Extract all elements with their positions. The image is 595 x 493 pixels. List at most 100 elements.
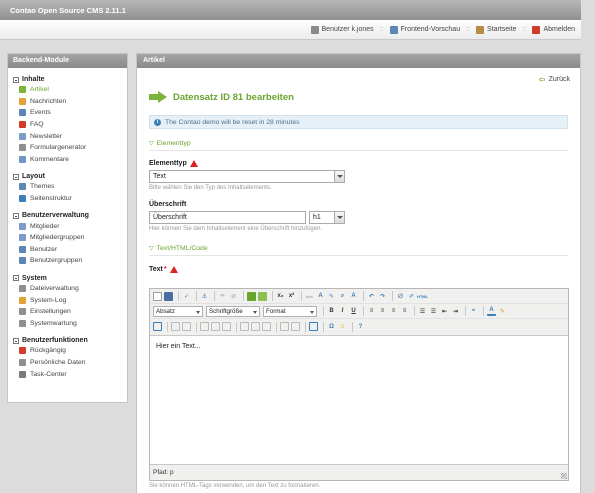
align-justify-icon[interactable]: ≡ bbox=[400, 307, 409, 316]
merge-cells-icon[interactable] bbox=[291, 322, 300, 331]
numbered-list-icon[interactable]: ☰ bbox=[429, 307, 438, 316]
remove-format-icon[interactable]: A bbox=[349, 292, 358, 301]
spellcheck-icon[interactable]: ✓ bbox=[182, 292, 191, 301]
sidebar-item[interactable]: Einstellungen bbox=[13, 306, 127, 318]
italic-icon[interactable]: I bbox=[338, 307, 347, 316]
insert-col-after-icon[interactable] bbox=[251, 322, 260, 331]
sidebar-item[interactable]: Task-Center bbox=[13, 368, 127, 380]
style-format-select[interactable]: Format bbox=[263, 305, 317, 317]
align-left-icon[interactable]: ≡ bbox=[367, 307, 376, 316]
delete-row-icon[interactable] bbox=[222, 322, 231, 331]
superscript-icon[interactable]: x² bbox=[287, 292, 296, 301]
sidebar-item-label: Benutzergruppen bbox=[30, 257, 83, 265]
toolbar-separator bbox=[465, 306, 466, 316]
sidebar-item[interactable]: Benutzer bbox=[13, 244, 127, 256]
cell-props-icon[interactable] bbox=[182, 322, 191, 331]
sidebar-group: Benutzerfunktionen Rückgängig Persönliche … bbox=[8, 336, 127, 380]
cleanup-icon[interactable]: ∅ bbox=[396, 292, 405, 301]
sidebar-group: Benutzerverwaltung Mitglieder Mitgliedergr… bbox=[8, 211, 127, 266]
undo-icon[interactable]: ↶ bbox=[367, 292, 376, 301]
sidebar-item[interactable]: Seitenstruktur bbox=[13, 193, 127, 205]
split-cells-icon[interactable] bbox=[280, 322, 289, 331]
legend-text-html-code[interactable]: ▽ Text/HTML/Code bbox=[149, 242, 568, 256]
fullscreen-icon[interactable]: ✐ bbox=[407, 292, 416, 301]
sidebar-item[interactable]: System-Log bbox=[13, 294, 127, 306]
media-icon[interactable] bbox=[258, 291, 267, 301]
redo-icon[interactable]: ↷ bbox=[378, 292, 387, 301]
sidebar-group-title[interactable]: Layout bbox=[13, 172, 127, 181]
visual-aid-icon[interactable] bbox=[309, 322, 318, 331]
paragraph-format-select[interactable]: Absatz bbox=[153, 305, 203, 317]
sidebar-group-title[interactable]: System bbox=[13, 274, 127, 283]
unlink-icon[interactable]: ⊘ bbox=[229, 292, 238, 301]
text-color-icon[interactable]: A bbox=[487, 307, 496, 316]
toolbar-separator bbox=[414, 306, 415, 316]
table-icon[interactable] bbox=[153, 322, 162, 331]
row-props-icon[interactable] bbox=[171, 322, 180, 331]
html-source-icon[interactable]: HTML bbox=[417, 292, 428, 301]
back-link[interactable]: ⇦ Zurück bbox=[137, 68, 580, 84]
align-center-icon[interactable]: ≡ bbox=[378, 307, 387, 316]
subscript-icon[interactable]: x₂ bbox=[276, 292, 285, 301]
abbreviation-icon[interactable]: abc bbox=[305, 292, 314, 301]
link-icon[interactable]: ∞ bbox=[218, 292, 227, 301]
new-document-icon[interactable] bbox=[153, 291, 162, 301]
anchor-icon[interactable]: ⚓ bbox=[200, 292, 209, 301]
editor-toolbar-row-2: Absatz Schriftgröße Format B I U ≡ ≡ ≡ ≡… bbox=[150, 304, 568, 319]
sidebar-item[interactable]: FAQ bbox=[13, 119, 127, 131]
sidebar-item[interactable]: Artikel bbox=[13, 84, 127, 96]
underline-icon[interactable]: U bbox=[349, 307, 358, 316]
toolbar-separator bbox=[196, 291, 197, 301]
delete-col-icon[interactable] bbox=[262, 322, 271, 331]
sidebar-group-title[interactable]: Benutzerverwaltung bbox=[13, 211, 127, 220]
align-right-icon[interactable]: ≡ bbox=[389, 307, 398, 316]
sidebar-item[interactable]: Systemwartung bbox=[13, 318, 127, 330]
save-icon[interactable] bbox=[164, 291, 173, 301]
toolbar-separator bbox=[483, 306, 484, 316]
sidebar-item[interactable]: Formulargenerator bbox=[13, 142, 127, 154]
search-replace-icon[interactable]: ⌕ bbox=[338, 292, 347, 301]
outdent-icon[interactable]: ⇤ bbox=[440, 307, 449, 316]
bullet-list-icon[interactable]: ☰ bbox=[418, 307, 427, 316]
sidebar-item[interactable]: Newsletter bbox=[13, 130, 127, 142]
article-icon bbox=[19, 86, 26, 94]
blockquote-icon[interactable]: ❝ bbox=[469, 307, 478, 316]
font-size-select[interactable]: Schriftgröße bbox=[206, 305, 260, 317]
insert-row-before-icon[interactable] bbox=[200, 322, 209, 331]
user-bar-link[interactable]: Startseite bbox=[476, 25, 517, 34]
headline-tag-select[interactable]: h1 bbox=[309, 211, 345, 224]
sidebar-item[interactable]: Persönliche Daten bbox=[13, 357, 127, 369]
find-icon[interactable]: A bbox=[316, 292, 325, 301]
sidebar-item[interactable]: Mitgliedergruppen bbox=[13, 232, 127, 244]
legend-elementtyp[interactable]: ▽ Elementtyp bbox=[149, 137, 568, 151]
sidebar-group-title[interactable]: Benutzerfunktionen bbox=[13, 336, 127, 345]
sidebar-item[interactable]: Nachrichten bbox=[13, 96, 127, 108]
insert-row-after-icon[interactable] bbox=[211, 322, 220, 331]
indent-icon[interactable]: ⇥ bbox=[451, 307, 460, 316]
sidebar-item[interactable]: Mitglieder bbox=[13, 220, 127, 232]
replace-icon[interactable]: ✎ bbox=[327, 292, 336, 301]
sidebar-item[interactable]: Kommentare bbox=[13, 154, 127, 166]
user-icon bbox=[310, 25, 319, 34]
sidebar-item[interactable]: Dateiverwaltung bbox=[13, 283, 127, 295]
sidebar-item[interactable]: Rückgängig bbox=[13, 345, 127, 357]
sidebar-group-title[interactable]: Inhalte bbox=[13, 75, 127, 84]
emoticon-icon[interactable]: ☺ bbox=[338, 322, 347, 331]
sidebar-item[interactable]: Themes bbox=[13, 181, 127, 193]
info-message: i The Contao demo will be reset in 28 mi… bbox=[149, 115, 568, 129]
resize-handle-icon[interactable] bbox=[561, 473, 567, 479]
editor-content-area[interactable]: Hier ein Text... bbox=[150, 335, 568, 465]
highlight-color-icon[interactable]: ✎ bbox=[498, 307, 507, 316]
help-icon[interactable]: ? bbox=[356, 322, 365, 331]
user-bar-link[interactable]: Abmelden bbox=[532, 25, 575, 34]
bold-icon[interactable]: B bbox=[327, 307, 336, 316]
insert-col-before-icon[interactable] bbox=[240, 322, 249, 331]
headline-input[interactable]: Überschrift bbox=[149, 211, 306, 224]
image-icon[interactable] bbox=[247, 291, 256, 301]
user-bar-link[interactable]: Frontend-Vorschau bbox=[389, 25, 460, 34]
sidebar-item[interactable]: Benutzergruppen bbox=[13, 255, 127, 267]
special-char-icon[interactable]: Ω bbox=[327, 322, 336, 331]
element-type-select[interactable]: Text bbox=[149, 170, 345, 183]
sidebar-item[interactable]: Events bbox=[13, 107, 127, 119]
user-bar-link[interactable]: Benutzer k.jones bbox=[310, 25, 374, 34]
